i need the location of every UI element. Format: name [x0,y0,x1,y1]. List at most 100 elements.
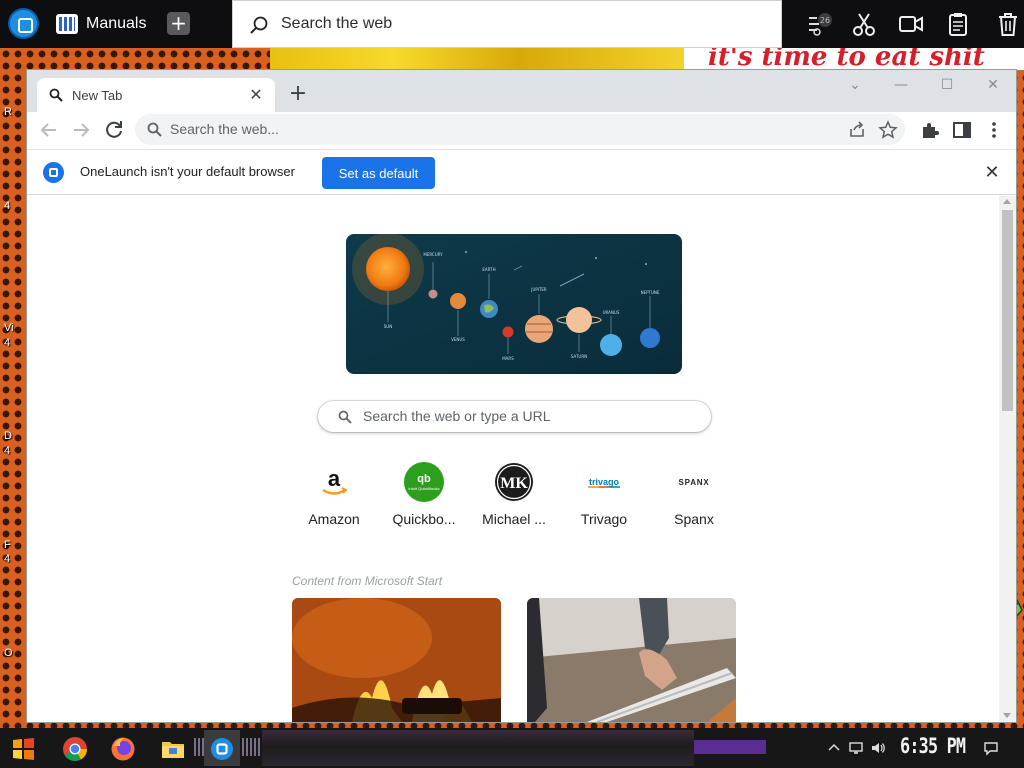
news-card-gutter-image[interactable] [527,598,736,722]
desktop-icon-label[interactable]: R [4,106,12,118]
network-icon[interactable] [848,740,864,756]
svg-text:qb: qb [417,473,431,485]
svg-text:a: a [328,466,341,491]
onelaunch-taskbar-icon[interactable] [209,736,235,762]
shortcut-michael-kors[interactable]: MK Michael ... [469,460,559,530]
address-bar-placeholder: Search the web... [170,121,279,137]
shortcut-label: Trivago [580,511,628,527]
share-icon[interactable] [847,120,867,140]
shortcut-amazon[interactable]: a Amazon [289,460,379,530]
quickbooks-icon: qb intuit QuickBooks [402,460,446,504]
file-explorer-icon[interactable] [160,736,186,762]
desktop-icon-label[interactable]: 4 [4,337,10,349]
desktop-icon-label[interactable]: 4 [4,200,10,212]
new-tab-button[interactable]: + [286,83,310,107]
maximize-button[interactable]: ☐ [932,73,962,97]
show-hidden-icons-icon[interactable] [826,740,842,756]
taskbar-clock[interactable]: 6:35 PM [900,734,966,758]
onelaunch-search-bar[interactable]: Search the web [232,0,782,48]
shortcut-label: Quickbo... [392,511,456,527]
svg-text:intuit QuickBooks: intuit QuickBooks [409,486,440,491]
address-bar[interactable]: Search the web... [135,114,905,145]
firefox-icon[interactable] [110,736,136,762]
more-menu-icon[interactable] [982,118,1006,142]
shortcut-spanx[interactable]: SPANX Spanx [649,460,739,530]
banner-label-venus: VENUS [451,337,465,342]
banner-label-uranus: URANUS [603,310,620,315]
page-search-box[interactable]: Search the web or type a URL [318,401,711,432]
desktop-icon-label[interactable]: 4 [4,553,10,565]
banner-label-saturn: SATURN [571,354,587,359]
svg-text:MK: MK [500,475,528,492]
trash-icon[interactable] [994,10,1022,38]
start-button-icon[interactable] [10,736,36,762]
reload-icon[interactable] [102,118,126,142]
banner-label-mercury: MERCURY [423,252,443,257]
meme-image-right: it's time to eat shit [684,48,1024,70]
set-as-default-button[interactable]: Set as default [322,157,435,189]
taskbar-skin-accent [694,740,766,754]
shortcut-label: Amazon [308,511,360,527]
desktop-icon-label[interactable]: F [4,539,11,551]
video-camera-icon[interactable] [897,10,925,38]
notification-count: 26 [820,16,830,25]
scroll-down-arrow-icon[interactable] [1003,713,1011,718]
svg-text:SPANX: SPANX [679,478,710,487]
banner-label-sun: SUN [384,324,392,329]
close-window-button[interactable]: ✕ [978,73,1008,97]
browser-toolbar: Search the web... [27,112,1016,148]
desktop-icon-label[interactable]: O [4,647,13,659]
clipboard-icon[interactable] [944,10,972,38]
search-icon [49,88,63,102]
action-center-icon[interactable] [983,740,999,756]
forward-icon[interactable] [69,118,93,142]
infobar-message: OneLaunch isn't your default browser [80,164,295,179]
manuals-label: Manuals [86,15,147,32]
desktop-icon-label[interactable]: 4 [4,445,10,457]
default-browser-infobar: OneLaunch isn't your default browser Set… [27,149,1016,195]
chrome-icon[interactable] [62,736,88,762]
close-tab-icon[interactable]: ✕ [247,86,265,104]
side-panel-icon[interactable] [950,118,974,142]
desktop-icon-label[interactable]: Vi [4,322,14,334]
minimize-button[interactable]: — [886,73,916,97]
volume-icon[interactable] [870,740,886,756]
tab-search-dropdown-icon[interactable]: ⌄ [840,73,870,97]
extensions-puzzle-icon[interactable] [918,118,942,142]
banner-label-mars: MARS [502,356,514,361]
shortcut-trivago[interactable]: trivago Trivago [559,460,649,530]
search-icon [338,410,352,424]
scroll-thumb[interactable] [1002,210,1013,411]
page-search-placeholder: Search the web or type a URL [363,408,551,424]
search-icon [250,16,268,34]
spanx-icon: SPANX [672,460,716,504]
windows-taskbar: 6:35 PM [0,728,1024,768]
manuals-app-button[interactable]: Manuals [56,12,146,36]
search-icon [147,122,162,137]
news-card-fire-image[interactable] [292,598,501,722]
banner-label-earth: EARTH [482,267,495,272]
onelaunch-search-placeholder: Search the web [281,15,393,32]
banner-label-neptune: NEPTUNE [641,290,660,295]
taskbar-skin-band [262,730,694,766]
tab-new-tab[interactable]: New Tab ✕ [37,78,275,112]
meme-text: it's time to eat shit [708,48,985,70]
back-icon[interactable] [37,118,61,142]
tab-title: New Tab [72,88,123,103]
add-app-button[interactable]: + [167,12,190,35]
desktop-icon-label[interactable]: D [4,430,12,442]
shortcut-label: Michael ... [482,511,546,527]
scissors-icon[interactable] [850,10,878,38]
onelaunch-icon [43,162,64,183]
scroll-up-arrow-icon[interactable] [1003,199,1011,204]
onelaunch-dock: Manuals + Search the web 26 [0,0,1024,48]
shortcut-quickbooks[interactable]: qb intuit QuickBooks Quickbo... [379,460,469,530]
amazon-icon: a [312,460,356,504]
notifications-icon[interactable]: 26 [805,10,833,38]
meme-image-left [270,48,684,70]
infobar-close-icon[interactable]: ✕ [982,163,1002,183]
page-scrollbar[interactable] [999,196,1016,722]
onelaunch-logo-icon[interactable] [10,10,37,37]
tab-strip: New Tab ✕ + ⌄ — ☐ ✕ [27,70,1016,112]
bookmark-star-icon[interactable] [878,120,898,140]
